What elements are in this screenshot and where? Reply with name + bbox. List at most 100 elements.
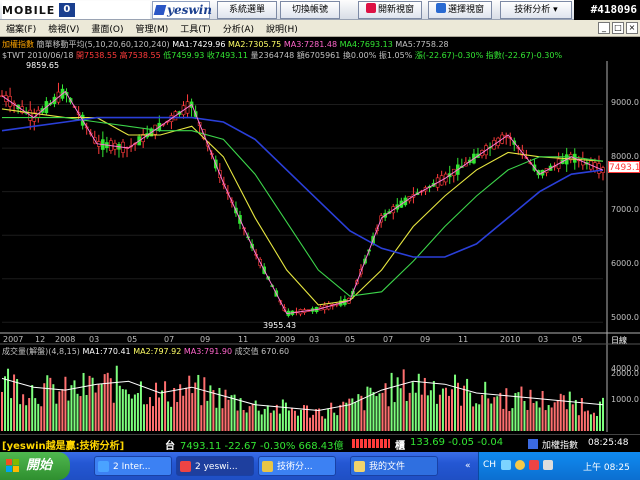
network-icon[interactable] — [501, 460, 511, 470]
ie-icon — [98, 461, 109, 472]
volume-bar — [565, 409, 568, 431]
volume-bar — [221, 408, 224, 431]
task-ie-label: 2 Inter... — [113, 462, 151, 472]
volume-bar — [360, 395, 363, 431]
volume-bar — [511, 408, 514, 431]
volume-bar — [61, 389, 64, 431]
task-ie[interactable]: 2 Inter... — [94, 456, 172, 476]
volume-bar — [127, 394, 130, 431]
volume-bar — [420, 394, 423, 431]
system-tray: « CH 上午 08:25 — [465, 452, 640, 480]
volume-bar — [194, 382, 197, 431]
tech-analysis-label: 技術分析 — [514, 5, 551, 15]
volume-bar — [532, 402, 535, 431]
volume-bar — [586, 410, 589, 431]
start-button[interactable]: 開始 — [0, 452, 70, 480]
volume-bar — [550, 407, 553, 431]
volume-bar — [583, 411, 586, 431]
volume-bar — [450, 389, 453, 431]
x-tick: 2010 — [500, 335, 521, 344]
price-ma-line — [1, 90, 604, 315]
volume-bar — [179, 384, 182, 431]
volume-bar — [399, 388, 402, 431]
period-label[interactable]: 日線 — [611, 335, 627, 346]
x-tick: 03 — [89, 335, 100, 344]
low-annotation: 3955.43 — [263, 321, 297, 330]
volume-bar — [602, 397, 604, 431]
volume-bar — [405, 400, 408, 431]
tray-clock[interactable]: 上午 08:25 — [583, 460, 630, 473]
minimize-icon[interactable]: _ — [598, 22, 610, 34]
task-my-documents[interactable]: 我的文件 — [350, 456, 438, 476]
volume-bar — [70, 385, 73, 431]
maximize-icon[interactable]: □ — [612, 22, 624, 34]
volume-bar — [133, 394, 136, 431]
volume-bar — [112, 402, 115, 431]
x-tick: 03 — [309, 335, 320, 344]
volume-bar — [215, 407, 218, 431]
volume-bar — [284, 402, 287, 431]
y-tick-8000: 8000.0 — [611, 152, 639, 161]
volume-bar — [58, 391, 61, 431]
volume-bar — [233, 394, 236, 431]
volume-bar — [40, 406, 43, 431]
input-lang[interactable]: CH — [483, 460, 496, 470]
menu-file[interactable]: 檔案(F) — [0, 22, 42, 35]
menu-screen[interactable]: 畫面(O) — [85, 22, 129, 35]
volume-bar — [327, 408, 330, 431]
window-controls: _ □ × — [598, 22, 638, 34]
volume-bar — [592, 412, 595, 431]
x-tick: 05 — [345, 335, 356, 344]
menu-analysis[interactable]: 分析(A) — [217, 22, 260, 35]
volume-bar — [13, 374, 16, 431]
gui-quote: 133.69 -0.05 -0.04 — [410, 437, 504, 448]
close-icon[interactable]: × — [626, 22, 638, 34]
task-analysis[interactable]: 技術分... — [258, 456, 336, 476]
alert-icon[interactable] — [529, 460, 539, 470]
task-yeswin-label: 2 yeswi... — [195, 462, 238, 472]
system-menu-button[interactable]: 系統選單 — [217, 1, 277, 19]
volume-bar — [438, 394, 441, 431]
volume-bar — [429, 390, 432, 431]
volume-bar — [152, 406, 155, 431]
volume-bar — [529, 389, 532, 431]
tech-analysis-button[interactable]: 技術分析 ▾ — [500, 1, 572, 19]
volume-bar — [55, 403, 58, 431]
price-volume-chart[interactable] — [0, 37, 640, 434]
task-yeswin[interactable]: 2 yeswi... — [176, 456, 254, 476]
volume-bar — [321, 416, 324, 431]
volume-bar — [79, 396, 82, 431]
volume-bar — [408, 392, 411, 431]
volume-bar — [248, 406, 251, 431]
volume-bar — [1, 391, 3, 431]
trade-value: 成交值 670.60 — [234, 347, 290, 356]
task-analysis-label: 技術分... — [277, 462, 313, 472]
volume-bar — [496, 396, 499, 431]
chart-area[interactable]: 加權指數 簡單移動平均(5,10,20,60,120,240) MA1:7429… — [0, 37, 640, 434]
task-docs-label: 我的文件 — [369, 462, 406, 472]
vol-tick-1000: 1000.0 — [611, 395, 639, 404]
menu-manage[interactable]: 管理(M) — [130, 22, 175, 35]
menu-view[interactable]: 檢視(V) — [42, 22, 85, 35]
volume-icon[interactable] — [543, 460, 553, 470]
volume-bar — [444, 387, 447, 431]
menu-help[interactable]: 說明(H) — [260, 22, 304, 35]
volume-bar — [88, 375, 91, 431]
tray-arrow-icon[interactable]: « — [465, 461, 471, 471]
security-icon[interactable] — [515, 460, 525, 470]
select-window-button[interactable]: 選擇視窗 — [428, 1, 492, 19]
volume-bar — [520, 386, 523, 431]
new-window-button[interactable]: 開新視窗 — [358, 1, 422, 19]
yeswin-brand-button[interactable]: yeswin — [152, 1, 212, 19]
current-price-tag: 7493.1 — [608, 161, 640, 173]
volume-bar — [309, 417, 312, 431]
volume-bar — [369, 387, 372, 431]
menu-tools[interactable]: 工具(T) — [174, 22, 217, 35]
status-time: 08:25:48 — [588, 438, 629, 448]
volume-bar — [318, 408, 321, 431]
y-tick-7000: 7000.0 — [611, 205, 639, 214]
status-index-name[interactable]: 加權指數 — [542, 438, 578, 451]
switch-account-button[interactable]: 切換帳號 — [280, 1, 340, 19]
ma240-line — [1, 116, 604, 258]
x-tick: 07 — [383, 335, 394, 344]
